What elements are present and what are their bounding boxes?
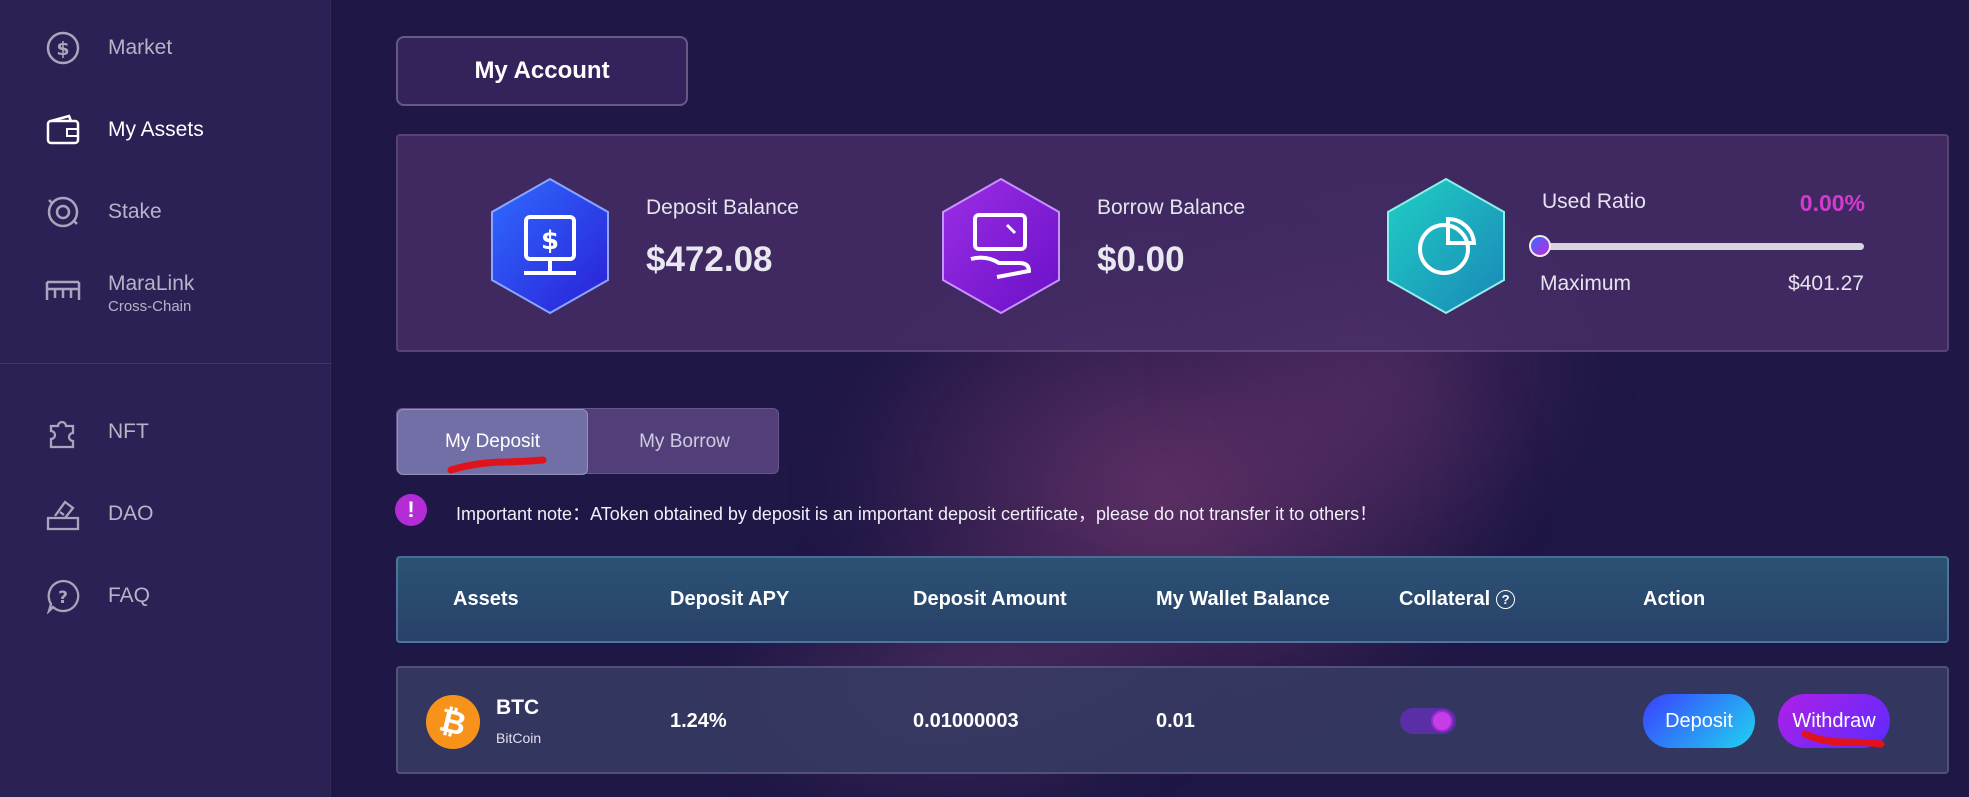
svg-text:$: $ bbox=[541, 226, 559, 256]
deposit-balance-label: Deposit Balance bbox=[646, 196, 799, 219]
pie-chart-icon bbox=[1386, 177, 1506, 315]
withdraw-button[interactable]: Withdraw bbox=[1778, 694, 1890, 748]
deposit-balance-value: $472.08 bbox=[646, 240, 773, 279]
column-header: My Wallet Balance bbox=[1156, 588, 1330, 610]
sidebar-item-label: FAQ bbox=[108, 584, 151, 607]
collateral-toggle[interactable] bbox=[1400, 708, 1456, 734]
svg-text:₿: ₿ bbox=[436, 702, 470, 742]
svg-text:?: ? bbox=[58, 588, 68, 608]
wallet-balance: 0.01 bbox=[1156, 710, 1195, 732]
vote-icon bbox=[44, 495, 82, 533]
sidebar-item-stake[interactable]: Stake bbox=[0, 182, 331, 242]
help-icon[interactable]: ? bbox=[1496, 590, 1516, 610]
used-ratio-value: 0.00% bbox=[1799, 190, 1865, 216]
sidebar-item-label: NFT bbox=[108, 420, 149, 443]
deposit-safe-icon: $ bbox=[490, 177, 610, 315]
deposit-borrow-tabs: My Deposit My Borrow bbox=[396, 408, 780, 475]
column-header: Deposit APY bbox=[670, 588, 790, 610]
sidebar-divider bbox=[0, 363, 331, 364]
sidebar-item-nft[interactable]: NFT bbox=[0, 402, 331, 462]
bitcoin-icon: ₿ bbox=[426, 695, 480, 749]
assets-table-header: Assets Deposit APY Deposit Amount My Wal… bbox=[396, 556, 1949, 643]
deposit-apy: 1.24% bbox=[670, 710, 727, 732]
wallet-icon bbox=[44, 111, 82, 149]
svg-text:$: $ bbox=[56, 38, 69, 60]
column-header-collateral: Collateral? bbox=[1399, 588, 1516, 611]
tab-my-deposit[interactable]: My Deposit bbox=[397, 409, 588, 475]
borrow-balance-label: Borrow Balance bbox=[1097, 196, 1246, 219]
sidebar-item-label: DAO bbox=[108, 502, 154, 525]
used-ratio-bar bbox=[1540, 243, 1864, 250]
sidebar-item-label: Market bbox=[108, 36, 173, 59]
stake-icon bbox=[44, 193, 82, 231]
borrow-balance-value: $0.00 bbox=[1097, 240, 1185, 279]
sidebar-item-market[interactable]: $ Market bbox=[0, 18, 331, 78]
maximum-label: Maximum bbox=[1540, 272, 1632, 295]
dollar-circle-icon: $ bbox=[44, 29, 82, 67]
sidebar-item-faq[interactable]: ? FAQ bbox=[0, 566, 331, 626]
question-bubble-icon: ? bbox=[44, 577, 82, 615]
column-header: Deposit Amount bbox=[913, 588, 1067, 610]
sidebar-item-label: Stake bbox=[108, 200, 162, 223]
sidebar-item-label: MaraLink bbox=[108, 272, 195, 295]
sidebar: $ Market My Assets Stake MaraLink Cross-… bbox=[0, 0, 331, 797]
sidebar-item-my-assets[interactable]: My Assets bbox=[0, 100, 331, 160]
my-account-title[interactable]: My Account bbox=[396, 36, 688, 106]
sidebar-item-label: My Assets bbox=[108, 118, 204, 141]
used-ratio-label: Used Ratio bbox=[1542, 190, 1646, 213]
sidebar-item-maralink[interactable]: MaraLink Cross-Chain bbox=[0, 260, 331, 320]
toggle-knob bbox=[1431, 710, 1453, 732]
asset-symbol: BTC bbox=[496, 696, 540, 719]
bridge-icon bbox=[44, 271, 82, 309]
asset-name: BitCoin bbox=[496, 730, 542, 746]
borrow-hand-icon bbox=[941, 177, 1061, 315]
table-row: ₿ BTC BitCoin 1.24% 0.01000003 0.01 Depo… bbox=[396, 666, 1949, 774]
column-header: Assets bbox=[453, 588, 519, 610]
important-note: Important note：AToken obtained by deposi… bbox=[456, 504, 1378, 524]
used-ratio-knob bbox=[1529, 235, 1551, 257]
column-header: Collateral bbox=[1399, 588, 1491, 610]
deposit-button[interactable]: Deposit bbox=[1643, 694, 1755, 748]
tab-my-borrow[interactable]: My Borrow bbox=[589, 409, 780, 475]
exclamation-icon: ! bbox=[395, 494, 427, 526]
maximum-value: $401.27 bbox=[1788, 272, 1864, 295]
puzzle-icon bbox=[44, 413, 82, 451]
column-header: Action bbox=[1643, 588, 1706, 610]
sidebar-item-sublabel: Cross-Chain bbox=[108, 298, 192, 315]
deposit-amount: 0.01000003 bbox=[913, 710, 1019, 732]
sidebar-item-dao[interactable]: DAO bbox=[0, 484, 331, 544]
